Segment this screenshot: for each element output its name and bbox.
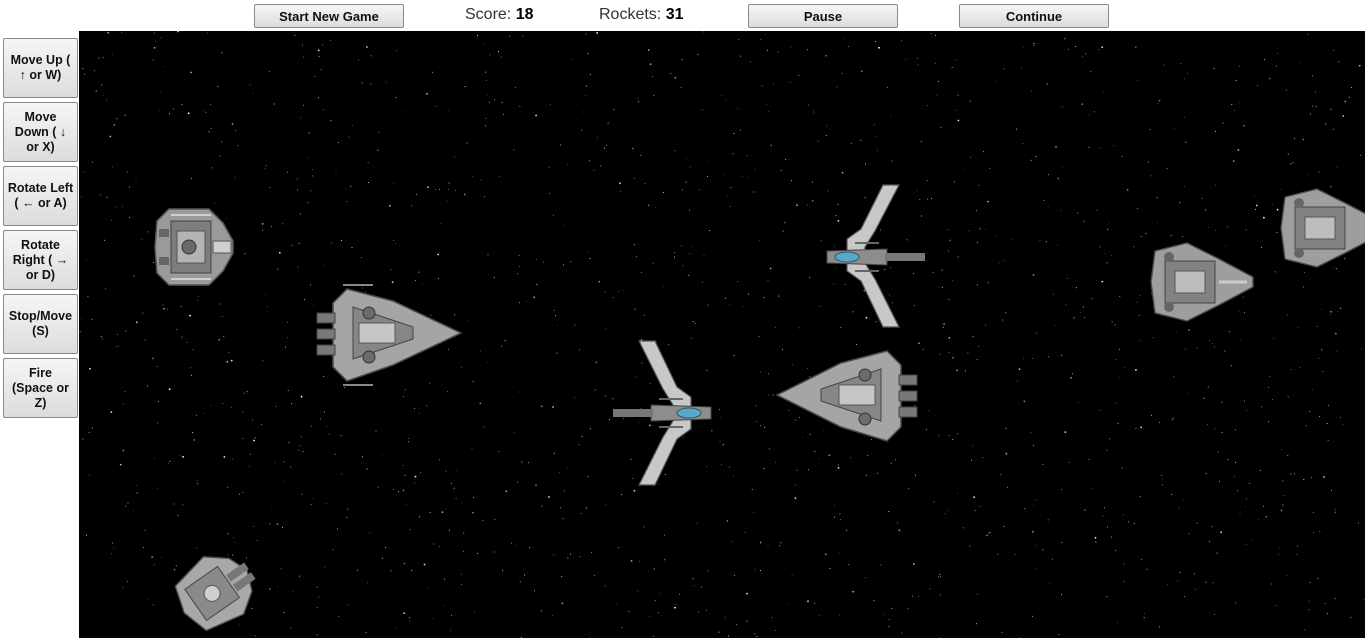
rotate-right-button[interactable]: Rotate Right ( → or D) <box>3 230 78 290</box>
game-canvas[interactable] <box>79 31 1365 638</box>
rotate-left-button[interactable]: Rotate Left ( ← or A) <box>3 166 78 226</box>
score-value: 18 <box>515 6 534 23</box>
rockets-value: 31 <box>665 6 684 23</box>
continue-button[interactable]: Continue <box>959 4 1109 28</box>
start-new-game-button[interactable]: Start New Game <box>254 4 404 28</box>
player-ship <box>174 556 256 632</box>
stop-move-button[interactable]: Stop/Move (S) <box>3 294 78 354</box>
enemy-destroyer-ship <box>1150 242 1254 322</box>
move-down-button[interactable]: Move Down ( ↓ or X) <box>3 102 78 162</box>
enemy-cruiser-ship <box>775 350 918 442</box>
pause-button[interactable]: Pause <box>748 4 898 28</box>
enemy-freighter-ship <box>154 208 234 286</box>
enemy-fighter-ship <box>613 340 712 486</box>
score-display: Score: 18 <box>465 6 534 24</box>
rockets-label: Rockets: <box>599 6 662 23</box>
enemy-cruiser-ship <box>316 284 463 386</box>
move-up-button[interactable]: Move Up ( ↑ or W) <box>3 38 78 98</box>
enemy-fighter-ship <box>826 184 925 328</box>
enemy-destroyer-ship <box>1280 188 1365 268</box>
score-label: Score: <box>465 6 512 23</box>
fire-button[interactable]: Fire (Space or Z) <box>3 358 78 418</box>
starfield <box>79 31 1365 638</box>
rockets-display: Rockets: 31 <box>599 6 684 24</box>
top-toolbar: Start New Game Score: 18 Rockets: 31 Pau… <box>0 0 1365 31</box>
